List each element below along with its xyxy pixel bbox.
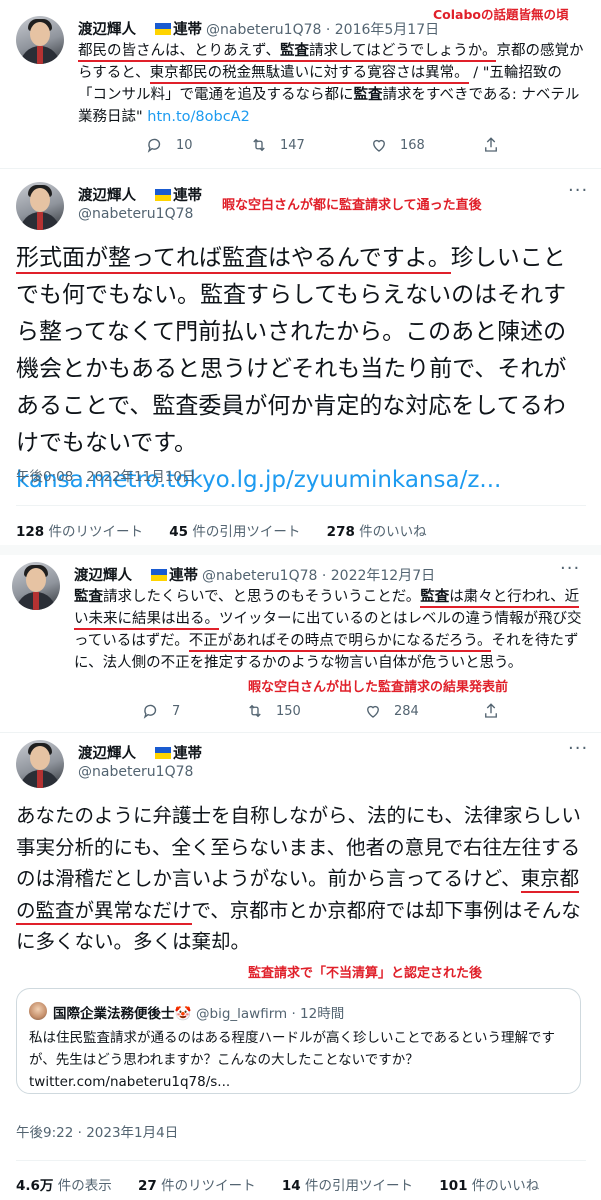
avatar[interactable] (12, 562, 60, 610)
divider (0, 168, 601, 169)
quoted-tweet[interactable]: 国際企業法務便後士🤡 @big_lawfirm · 12時間 私は住民監査請求が… (16, 988, 581, 1094)
tweet-text: あなたのように弁護士を自称しながら、法的にも、法律家らしい事実分析的にも、全く至… (16, 804, 581, 953)
retweet-icon (253, 138, 265, 152)
timestamp[interactable]: 午後9:22 · 2023年1月4日 (16, 1121, 178, 1141)
author-handle[interactable]: @nabeteru1Q78 (78, 206, 193, 222)
author-handle-date[interactable]: @nabeteru1Q78 · 2016年5月17日 (206, 19, 439, 39)
author-handle-date[interactable]: @nabeteru1Q78 · 2022年12月7日 (202, 565, 435, 585)
quoted-author: 国際企業法務便後士🤡 @big_lawfirm · 12時間 (53, 1006, 345, 1022)
like-icon (373, 139, 385, 152)
tweet-text: 監査請求したくらいで、と思うのもそういうことだ。監査は粛々と行われ、近い未来に結… (74, 589, 582, 671)
retweet-count[interactable]: 27 件のリツイート (138, 1178, 256, 1194)
quote-count[interactable]: 14 件の引用ツイート (282, 1178, 413, 1194)
divider (16, 1160, 586, 1161)
separator-band (0, 545, 601, 555)
retweet-button[interactable]: 150 (246, 702, 301, 720)
more-icon[interactable]: ··· (560, 558, 580, 579)
reply-button[interactable]: 10 (146, 136, 193, 154)
like-icon (367, 705, 379, 718)
like-button[interactable]: 284 (364, 702, 419, 720)
like-count[interactable]: 101 件のいいね (439, 1178, 539, 1194)
ukraine-flag-icon (155, 189, 172, 201)
retweet-count[interactable]: 128 件のリツイート (16, 524, 143, 540)
share-button[interactable] (482, 136, 500, 154)
like-count[interactable]: 278 件のいいね (327, 524, 427, 540)
quoted-text: 私は住民監査請求が通るのはある程度ハードルが高く珍しいことであるという理解ですが… (29, 1030, 555, 1090)
share-button[interactable] (482, 702, 500, 720)
avatar[interactable] (16, 182, 64, 230)
author-name[interactable]: 渡辺輝人 連帯 (78, 742, 202, 763)
quote-count[interactable]: 45 件の引用ツイート (169, 524, 300, 540)
share-icon (485, 703, 497, 718)
ukraine-flag-icon (151, 569, 168, 581)
tweet-text: 形式面が整ってれば監査はやるんですよ。珍しいことでも何でもない。監査すらしてもら… (16, 245, 567, 493)
more-icon[interactable]: ··· (568, 180, 588, 201)
annotation-3: 暇な空白さんが出した監査請求の結果発表前 (248, 680, 509, 695)
annotation-4: 監査請求で「不当清算」と認定された後 (248, 966, 483, 981)
ukraine-flag-icon (155, 23, 172, 35)
tweet-stats: 128 件のリツイート 45 件の引用ツイート 278 件のいいね (16, 520, 449, 540)
tweet-stats: 4.6万 件の表示 27 件のリツイート 14 件の引用ツイート 101 件のい… (16, 1174, 561, 1194)
share-icon (485, 137, 497, 152)
retweet-icon (249, 704, 261, 718)
quoted-avatar (29, 1002, 47, 1020)
retweet-button[interactable]: 147 (250, 136, 305, 154)
annotation-2: 暇な空白さんが都に監査請求して通った直後 (222, 198, 482, 213)
author-handle[interactable]: @nabeteru1Q78 (78, 764, 193, 780)
author-name[interactable]: 渡辺輝人 連帯 (78, 18, 202, 39)
avatar[interactable] (16, 16, 64, 64)
timestamp[interactable]: 午後0:08 · 2022年11月10日 (16, 465, 195, 485)
reply-button[interactable]: 7 (142, 702, 180, 720)
tweet-actions: 7 150 284 (74, 702, 584, 724)
divider (16, 505, 586, 506)
tweet-link[interactable]: htn.to/8obcA2 (147, 109, 250, 125)
view-count[interactable]: 4.6万 件の表示 (16, 1178, 112, 1194)
like-button[interactable]: 168 (370, 136, 425, 154)
author-name[interactable]: 渡辺輝人 連帯 (74, 564, 198, 585)
reply-icon (147, 138, 161, 153)
tweet-text: 都民の皆さんは、とりあえず、監査請求してはどうでしょうか。京都の感覚からすると、… (78, 43, 584, 125)
annotation-top: Colaboの話題皆無の頃 (433, 7, 569, 22)
reply-icon (143, 704, 157, 719)
more-icon[interactable]: ··· (568, 738, 588, 759)
avatar[interactable] (16, 740, 64, 788)
quoted-link[interactable]: twitter.com/nabeteru1q78/s... (29, 1074, 230, 1090)
ukraine-flag-icon (155, 747, 172, 759)
author-name[interactable]: 渡辺輝人 連帯 (78, 184, 202, 205)
tweet-actions: 10 147 168 (78, 136, 588, 158)
divider (0, 732, 601, 733)
